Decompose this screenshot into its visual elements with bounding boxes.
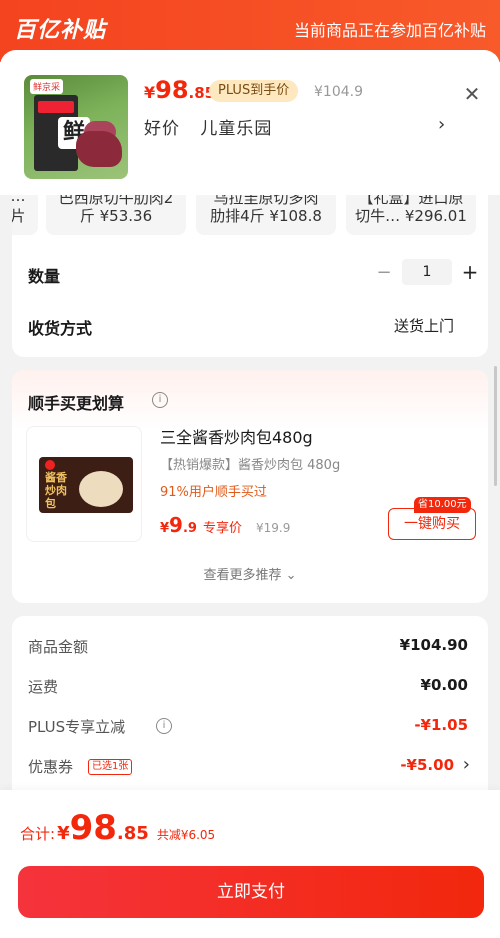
related-product-chip[interactable]: 【礼盒】进口原 切牛… ¥296.01: [346, 195, 476, 235]
addon-price: ¥ 9 .9 专享价 ¥19.9: [160, 513, 290, 537]
addon-price-decimal: .9: [182, 521, 197, 536]
product-tags[interactable]: 好价 儿童乐园: [144, 114, 272, 139]
addon-price-symbol: ¥: [160, 521, 170, 536]
addon-package-text: 酱香炒肉包: [45, 471, 67, 510]
related-product-chip[interactable]: 巴西原切牛肋肉2 斤 ¥53.36: [46, 195, 186, 235]
info-icon[interactable]: i: [152, 392, 168, 408]
quantity-label: 数量: [28, 267, 61, 286]
addon-package: 酱香炒肉包: [39, 457, 133, 513]
product-price: ¥ 98 .85: [144, 76, 215, 104]
total-decimal: .85: [116, 823, 149, 844]
total-amount: 合计: ¥ 98 .85 共减¥6.05: [20, 808, 215, 848]
related-product-price: 肋排4斤 ¥108.8: [210, 207, 322, 225]
related-product-chip[interactable]: … 片: [12, 195, 38, 235]
related-product-title: …: [12, 195, 26, 205]
quantity-input[interactable]: 1: [402, 259, 452, 285]
more-recommendations-link[interactable]: 查看更多推荐 ⌄: [12, 564, 488, 583]
pay-now-button[interactable]: 立即支付: [18, 866, 484, 918]
addon-title: 顺手买更划算: [28, 394, 125, 413]
addon-old-price: ¥19.9: [255, 521, 291, 535]
price-symbol: ¥: [144, 83, 156, 102]
addon-bun: [79, 471, 123, 507]
addon-exclusive-label: 专享价: [202, 521, 242, 536]
summary-value: -¥1.05: [414, 716, 468, 734]
scrollbar[interactable]: [494, 366, 497, 486]
summary-label: 优惠券: [28, 758, 74, 776]
product-tag: 儿童乐园: [200, 119, 273, 139]
thumbnail-tag: [38, 101, 74, 113]
summary-row: 运费 ¥0.00: [28, 676, 468, 700]
chevron-right-icon[interactable]: ›: [438, 114, 445, 135]
summary-label: 商品金额: [28, 638, 89, 656]
info-icon[interactable]: i: [156, 718, 172, 734]
decrease-button[interactable]: −: [372, 262, 396, 283]
coupon-count-badge: 已选1张: [88, 759, 133, 775]
close-icon[interactable]: ✕: [460, 82, 484, 106]
thumbnail-package: 鲜: [34, 95, 90, 171]
addon-card: 顺手买更划算 i 酱香炒肉包 三全酱香炒肉包480g 【热销爆款】酱香炒肉包 4…: [12, 370, 488, 603]
related-product-price: 片: [12, 207, 26, 225]
addon-product-name[interactable]: 三全酱香炒肉包480g: [160, 424, 313, 448]
save-badge: 省10.00元: [414, 497, 471, 513]
addon-price-integer: 9: [169, 513, 183, 537]
addon-product-desc: 【热销爆款】酱香炒肉包 480g: [160, 458, 341, 473]
chevron-right-icon[interactable]: ›: [463, 754, 470, 775]
increase-button[interactable]: +: [458, 260, 482, 284]
price-integer: 98: [155, 76, 189, 104]
thumbnail-brand: 鲜京采: [30, 79, 64, 94]
related-product-price: 斤 ¥53.36: [79, 207, 153, 225]
addon-buyers-stat: 91%用户顺手买过: [160, 485, 267, 500]
total-saved: 共减¥6.05: [156, 828, 216, 842]
summary-row: 商品金额 ¥104.90: [28, 636, 468, 660]
total-symbol: ¥: [57, 823, 70, 844]
total-label: 合计:: [20, 825, 56, 843]
coupon-row[interactable]: 优惠券 已选1张 -¥5.00 ›: [28, 754, 470, 780]
checkout-footer: 合计: ¥ 98 .85 共减¥6.05 立即支付: [0, 790, 500, 938]
addon-brand-logo: [45, 460, 55, 470]
related-products-scroller[interactable]: … 片 巴西原切牛肋肉2 斤 ¥53.36 乌拉圭原切多肉 肋排4斤 ¥108.…: [12, 195, 488, 235]
product-thumbnail[interactable]: 鲜京采 鲜: [24, 75, 128, 179]
related-product-chip[interactable]: 乌拉圭原切多肉 肋排4斤 ¥108.8: [196, 195, 336, 235]
order-options-card: … 片 巴西原切牛肋肉2 斤 ¥53.36 乌拉圭原切多肉 肋排4斤 ¥108.…: [12, 195, 488, 357]
original-price: ¥104.9: [314, 84, 363, 100]
product-tag: 好价: [144, 119, 180, 139]
subsidy-logo: 百亿补贴: [14, 18, 107, 43]
addon-product-image[interactable]: 酱香炒肉包: [26, 426, 142, 542]
total-integer: 98: [69, 808, 117, 848]
plus-price-badge: PLUS到手价: [209, 80, 299, 102]
summary-label: 运费: [28, 678, 59, 696]
related-product-price: 切牛… ¥296.01: [355, 207, 467, 225]
shipping-label: 收货方式: [28, 319, 93, 338]
shipping-method[interactable]: 送货上门: [394, 315, 454, 336]
price-summary-card: 商品金额 ¥104.90 运费 ¥0.00 PLUS专享立减 i -¥1.05 …: [12, 616, 488, 796]
summary-value: ¥104.90: [399, 636, 468, 654]
summary-value: ¥0.00: [420, 676, 468, 694]
summary-row: PLUS专享立减 i -¥1.05: [28, 716, 468, 740]
summary-value: -¥5.00: [400, 756, 454, 774]
summary-label: PLUS专享立减: [28, 718, 126, 736]
thumbnail-meat: [76, 131, 122, 167]
quantity-stepper: − 1 +: [372, 259, 482, 285]
subsidy-note: 当前商品正在参加百亿补贴: [293, 21, 486, 40]
